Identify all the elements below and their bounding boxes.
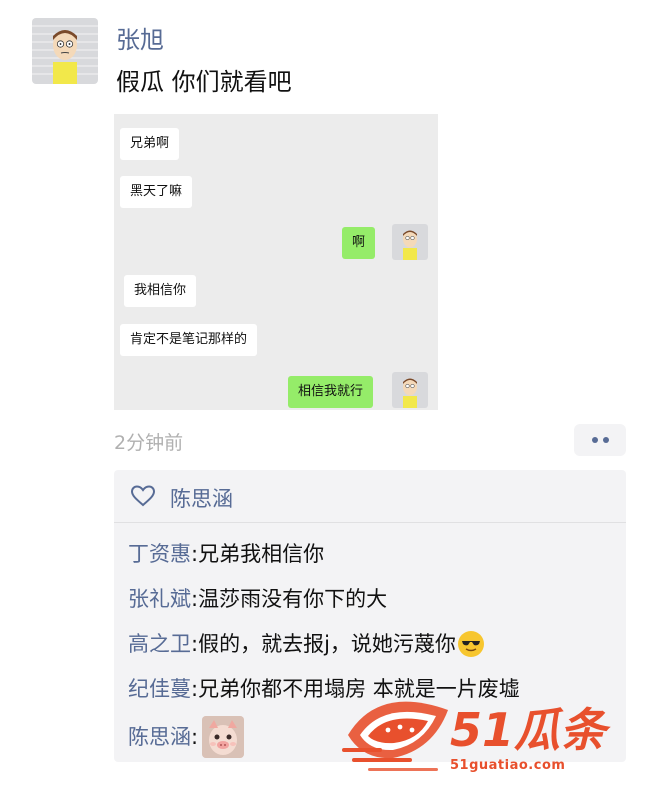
comment-item[interactable]: 陈思涵:	[128, 716, 245, 758]
poster-avatar[interactable]	[32, 18, 98, 84]
more-options-button[interactable]	[574, 424, 626, 456]
svg-text:51瓜条: 51瓜条	[450, 703, 611, 757]
chat-bubble: 黑天了嘛	[120, 176, 193, 208]
comment-item[interactable]: 丁资惠: 兄弟我相信你	[128, 540, 324, 568]
comment-separator: :	[191, 632, 199, 656]
liker-name[interactable]: 陈思涵	[170, 483, 233, 513]
comment-text: 温莎雨没有你下的大	[198, 587, 388, 611]
post-text: 假瓜 你们就看吧	[116, 68, 292, 96]
chat-avatar	[392, 372, 428, 408]
chat-bubble: 我相信你	[124, 275, 197, 307]
comment-author[interactable]: 高之卫	[128, 630, 191, 658]
comment-author[interactable]: 张礼斌	[128, 585, 191, 613]
dot-icon	[591, 437, 598, 443]
heart-icon	[130, 484, 156, 512]
likes-row: 陈思涵	[130, 484, 233, 512]
poster-name[interactable]: 张旭	[116, 20, 164, 55]
divider	[114, 522, 626, 523]
post-timestamp: 2分钟前	[114, 432, 184, 454]
comment-separator: :	[191, 725, 199, 749]
chat-bubble: 相信我就行	[288, 376, 374, 408]
chat-screenshot-image[interactable]: 兄弟啊 黑天了嘛 啊 我相信你 肯定不是笔记那样的 相信我就行	[114, 114, 438, 410]
piglet-face-sticker[interactable]	[202, 716, 245, 758]
dot-icon	[602, 437, 609, 443]
sunglasses-emoji-icon	[457, 631, 484, 657]
chat-bubble: 肯定不是笔记那样的	[120, 324, 258, 356]
comment-text: 兄弟我相信你	[198, 542, 325, 566]
comment-item[interactable]: 高之卫: 假的，就去报j，说她污蔑你	[128, 630, 484, 658]
comment-item[interactable]: 张礼斌: 温莎雨没有你下的大	[128, 585, 387, 613]
watermark-logo: 51瓜条 51guatiao.com	[338, 680, 638, 780]
comment-separator: :	[191, 677, 199, 701]
watermark-url: 51guatiao.com	[450, 758, 566, 773]
comment-author[interactable]: 丁资惠	[128, 540, 191, 568]
comment-author[interactable]: 陈思涵	[128, 723, 191, 751]
chat-bubble: 啊	[342, 227, 376, 259]
comment-author[interactable]: 纪佳蔓	[128, 675, 191, 703]
chat-avatar	[392, 224, 428, 260]
comment-separator: :	[191, 542, 199, 566]
chat-bubble: 兄弟啊	[120, 128, 180, 160]
comment-separator: :	[191, 587, 199, 611]
comment-text: 假的，就去报j，说她污蔑你	[198, 632, 456, 656]
